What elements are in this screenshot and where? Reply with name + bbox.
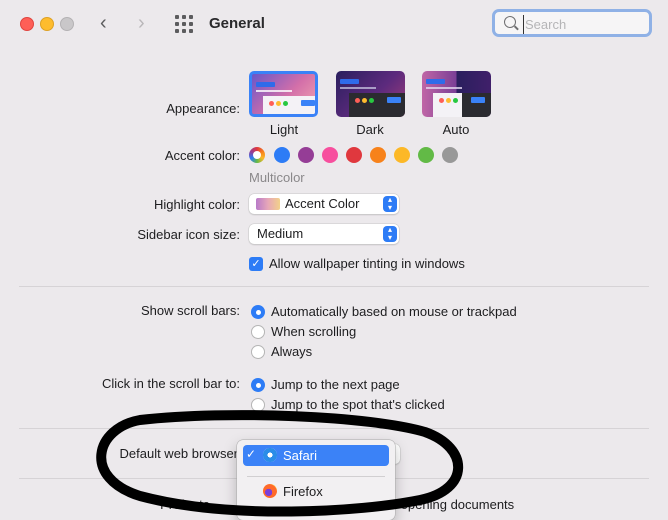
annotation-circle: [96, 410, 464, 517]
